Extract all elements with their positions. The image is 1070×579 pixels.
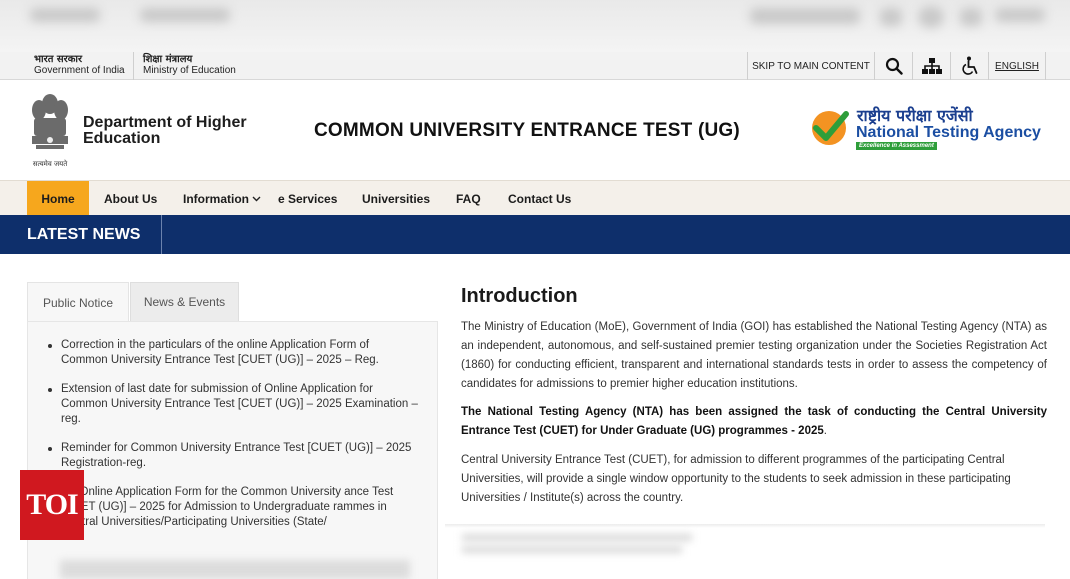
nav-universities[interactable]: Universities (362, 181, 430, 216)
search-icon (885, 57, 903, 75)
blurred-content (60, 560, 410, 579)
gov-separator (133, 52, 134, 80)
ministry-of-education[interactable]: शिक्षा मंत्रालय Ministry of Education (143, 54, 236, 76)
intro-paragraph-1: The Ministry of Education (MoE), Governm… (461, 321, 1047, 390)
department-name[interactable]: Department of Higher Education (83, 115, 247, 147)
nav-e-services[interactable]: e Services (278, 181, 337, 216)
main-navigation: Home About Us Information e Services Uni… (0, 180, 1070, 216)
nta-logo[interactable]: राष्ट्रीय परीक्षा एजेंसी National Testin… (810, 104, 1050, 154)
gov-hindi: भारत सरकार (34, 54, 83, 65)
tab-news-events-label: News & Events (143, 295, 226, 309)
blurred-top-strip (0, 0, 1070, 52)
intro-paragraph-2-bold: The National Testing Agency (NTA) has be… (461, 406, 1047, 437)
intro-paragraph-2: The National Testing Agency (NTA) has be… (461, 403, 1047, 441)
page-title: COMMON UNIVERSITY ENTRANCE TEST (UG) (314, 120, 740, 141)
accessibility-button[interactable] (950, 52, 988, 80)
nav-home-label: Home (41, 191, 75, 206)
nta-checkmark-icon (812, 111, 849, 145)
language-label: ENGLISH (995, 60, 1039, 72)
news-separator (161, 215, 162, 254)
notice-item[interactable]: Reminder for Common University Entrance … (48, 441, 418, 471)
nav-faq-label: FAQ (456, 191, 481, 206)
tab-public-notice-label: Public Notice (42, 295, 114, 310)
skip-to-main-content-link[interactable]: SKIP TO MAIN CONTENT (747, 52, 874, 80)
intro-divider (445, 524, 1045, 528)
chevron-down-icon (252, 196, 261, 201)
latest-news-bar: LATEST NEWS (0, 215, 1070, 254)
nta-hindi-name: राष्ट्रीय परीक्षा एजेंसी (857, 106, 973, 125)
nta-tagline: Excellence in Assessment (856, 142, 937, 150)
site-header: सत्यमेव जयते Department of Higher Educat… (0, 80, 1070, 180)
latest-news-label: LATEST NEWS (27, 225, 141, 243)
nav-e-services-label: e Services (278, 191, 338, 206)
search-button[interactable] (874, 52, 912, 80)
accessibility-icon (961, 56, 977, 75)
public-notice-panel: Correction in the particulars of the onl… (27, 321, 438, 579)
gov-english: Government of India (34, 65, 125, 76)
nav-faq[interactable]: FAQ (456, 181, 481, 216)
department-line-1: Department of Higher (83, 114, 247, 131)
government-strip: भारत सरकार Government of India शिक्षा मं… (0, 52, 1070, 80)
nav-home[interactable]: Home (27, 181, 89, 216)
sitemap-icon (921, 58, 942, 74)
department-line-2: Education (83, 130, 161, 147)
nav-about-us[interactable]: About Us (104, 181, 157, 216)
notice-item[interactable]: ing Online Application Form for the Comm… (48, 485, 418, 530)
notice-item[interactable]: Extension of last date for submission of… (48, 382, 418, 427)
ministry-hindi: शिक्षा मंत्रालय (143, 54, 193, 65)
nav-contact-us[interactable]: Contact Us (508, 181, 571, 216)
toi-watermark-logo: TOI (20, 470, 84, 540)
notice-list: Correction in the particulars of the onl… (48, 338, 418, 544)
nav-information[interactable]: Information (183, 181, 261, 216)
emblem-motto: सत्यमेव जयते (33, 159, 68, 168)
government-of-india[interactable]: भारत सरकार Government of India (34, 54, 125, 76)
intro-paragraph-3: Central University Entrance Test (CUET),… (461, 454, 1011, 504)
tab-news-events[interactable]: News & Events (130, 282, 239, 322)
nav-universities-label: Universities (362, 191, 431, 206)
national-emblem-logo[interactable]: सत्यमेव जयते (26, 90, 74, 170)
sitemap-button[interactable] (912, 52, 950, 80)
notice-item[interactable]: Correction in the particulars of the onl… (48, 338, 418, 368)
nta-english-name: National Testing Agency (856, 124, 1041, 141)
skip-label: SKIP TO MAIN CONTENT (752, 60, 870, 72)
language-selector[interactable]: ENGLISH (988, 52, 1046, 80)
nav-contact-label: Contact Us (508, 191, 572, 206)
nav-about-label: About Us (104, 191, 158, 206)
introduction-heading: Introduction (461, 285, 578, 307)
ministry-english: Ministry of Education (143, 65, 236, 76)
tab-public-notice[interactable]: Public Notice (27, 282, 129, 322)
intro-paragraph-2-end: . (823, 425, 827, 437)
blurred-content-right (462, 532, 1042, 556)
nav-information-label: Information (183, 191, 249, 206)
